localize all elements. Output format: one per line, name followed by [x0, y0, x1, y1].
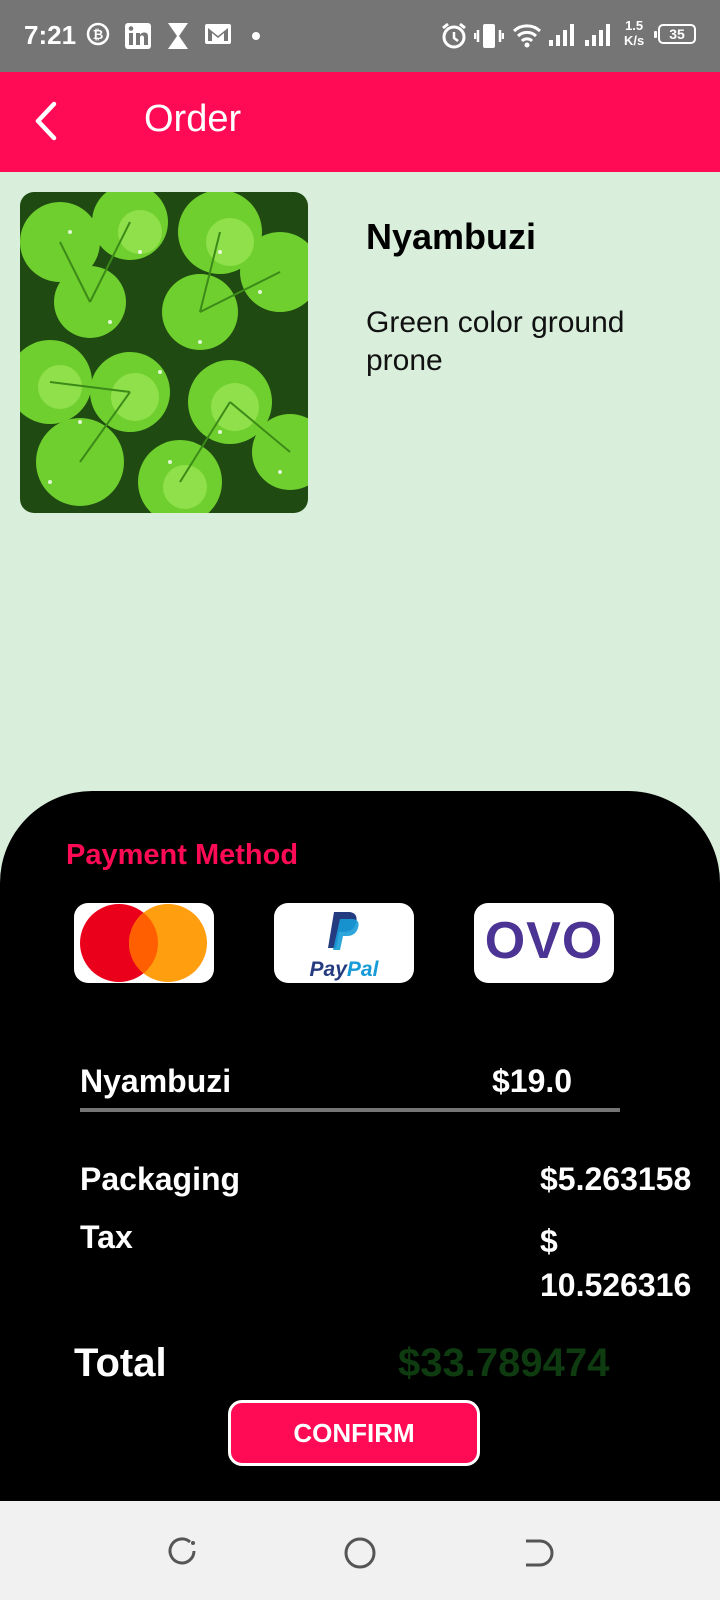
linkedin-icon — [125, 23, 151, 49]
product-image — [20, 192, 308, 513]
battery-icon: 35 — [654, 24, 696, 44]
status-time: 7:21 — [24, 20, 77, 50]
payment-option-paypal[interactable]: PayPal — [274, 903, 414, 983]
paypal-logo: PayPal — [274, 909, 414, 982]
total-label: Total — [74, 1341, 167, 1385]
product-description: Green color ground prone — [366, 306, 625, 377]
network-speed-value: 1.5 — [625, 18, 644, 33]
svg-text:₿: ₿ — [93, 27, 104, 42]
tax-label: Tax — [80, 1219, 133, 1255]
summary-item-price: $19.0 — [492, 1063, 573, 1099]
paypal-wordmark: PayPal — [274, 958, 414, 982]
recents-icon[interactable] — [164, 1533, 204, 1573]
divider — [80, 1108, 620, 1112]
home-icon[interactable] — [340, 1533, 380, 1573]
payment-option-ovo[interactable]: OVO — [474, 903, 614, 983]
signal-icon — [549, 24, 574, 46]
wifi-icon — [512, 24, 542, 48]
product-name: Nyambuzi — [366, 216, 537, 257]
back-arrow-icon — [35, 101, 57, 141]
payment-method-title: Payment Method — [66, 839, 299, 871]
bitcoin-icon: ₿ — [86, 22, 110, 46]
back-button[interactable] — [24, 96, 76, 148]
ovo-logo: OVO — [484, 912, 604, 970]
dot-icon — [252, 32, 260, 40]
signal-icon — [585, 24, 610, 46]
alarm-icon — [442, 22, 466, 49]
paypal-pal-text: Pal — [346, 958, 379, 981]
summary-item-name: Nyambuzi — [80, 1063, 232, 1099]
network-speed-unit: K/s — [624, 33, 645, 48]
confirm-button[interactable]: CONFIRM — [228, 1400, 480, 1466]
payment-option-mastercard[interactable] — [74, 903, 214, 983]
paypal-icon — [328, 912, 359, 950]
status-bar: 7:21 ₿ 1.5 K/s 35 — [0, 0, 720, 72]
mastercard-logo-overlap — [129, 904, 207, 982]
gmail-icon — [205, 24, 231, 44]
back-icon[interactable] — [516, 1533, 556, 1573]
system-nav-bar — [0, 1501, 720, 1600]
packaging-value: $5.263158 — [540, 1161, 692, 1197]
tax-value: $ 10.526316 — [540, 1223, 692, 1303]
vibrate-icon — [474, 24, 504, 48]
hourglass-icon — [168, 23, 188, 49]
app-bar: Order — [0, 72, 720, 172]
page-title: Order — [144, 98, 242, 140]
order-summary-sheet: Payment Method PayPal OVO Nyambuzi $19.0… — [0, 791, 720, 1501]
network-speed: 1.5 K/s — [624, 18, 644, 48]
paypal-pay-text: Pay — [309, 958, 347, 981]
total-value: $33.789474 — [398, 1341, 610, 1385]
packaging-label: Packaging — [80, 1161, 241, 1197]
